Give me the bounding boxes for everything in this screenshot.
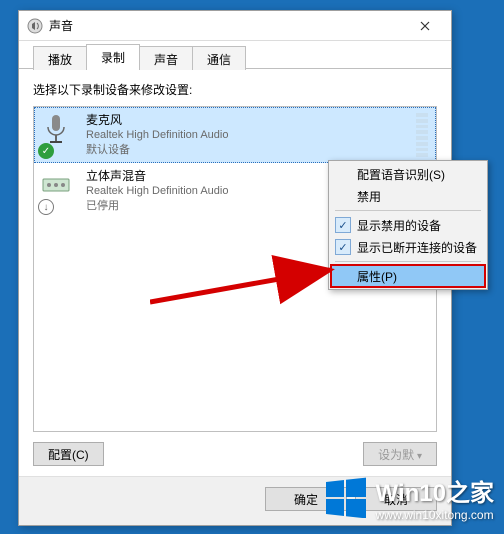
menu-configure-speech[interactable]: 配置语音识别(S) [331,163,485,185]
menu-show-disabled[interactable]: ✓ 显示禁用的设备 [331,214,485,236]
tab-record[interactable]: 录制 [86,44,140,69]
tab-comm[interactable]: 通信 [192,46,246,70]
device-driver: Realtek High Definition Audio [86,128,416,143]
watermark-title: Win10之家 [376,473,494,508]
context-menu: 配置语音识别(S) 禁用 ✓ 显示禁用的设备 ✓ 显示已断开连接的设备 属性(P… [328,160,488,290]
bottom-button-row: 配置(C) 设为默 [33,432,437,466]
menu-separator [335,210,481,211]
device-text: 麦克风 Realtek High Definition Audio 默认设备 [86,113,416,158]
watermark-url: www.win10xitong.com [376,508,494,522]
device-status: 默认设备 [86,143,416,158]
menu-disable[interactable]: 禁用 [331,185,485,207]
tab-sounds[interactable]: 声音 [139,46,193,70]
configure-button[interactable]: 配置(C) [33,442,104,466]
menu-separator [335,261,481,262]
sound-icon [27,18,43,34]
dialog-title: 声音 [49,17,405,34]
close-button[interactable] [405,12,445,40]
soundcard-icon [40,169,72,201]
close-icon [420,21,430,31]
device-item-microphone[interactable]: ✓ 麦克风 Realtek High Definition Audio 默认设备 [34,107,436,163]
microphone-icon [40,113,72,145]
instruction-text: 选择以下录制设备来修改设置: [33,81,437,98]
windows-logo-icon [324,474,368,521]
tab-playback[interactable]: 播放 [33,46,87,70]
tab-strip: 播放 录制 声音 通信 [19,41,451,69]
watermark: Win10之家 www.win10xitong.com [324,473,494,522]
set-default-button[interactable]: 设为默 [363,442,437,466]
menu-item-label: 显示禁用的设备 [357,217,441,234]
device-icon-wrap: ✓ [40,113,80,157]
level-meter [416,113,428,157]
check-icon: ✓ [335,239,351,255]
device-icon-wrap: ↓ [40,169,80,213]
status-badge-disabled-icon: ↓ [38,199,54,215]
menu-show-disconnected[interactable]: ✓ 显示已断开连接的设备 [331,236,485,258]
device-name: 麦克风 [86,113,416,128]
check-icon: ✓ [335,217,351,233]
titlebar: 声音 [19,11,451,41]
status-badge-default-icon: ✓ [38,143,54,159]
menu-properties[interactable]: 属性(P) [331,265,485,287]
watermark-text: Win10之家 www.win10xitong.com [376,473,494,522]
menu-item-label: 显示已断开连接的设备 [357,239,477,256]
